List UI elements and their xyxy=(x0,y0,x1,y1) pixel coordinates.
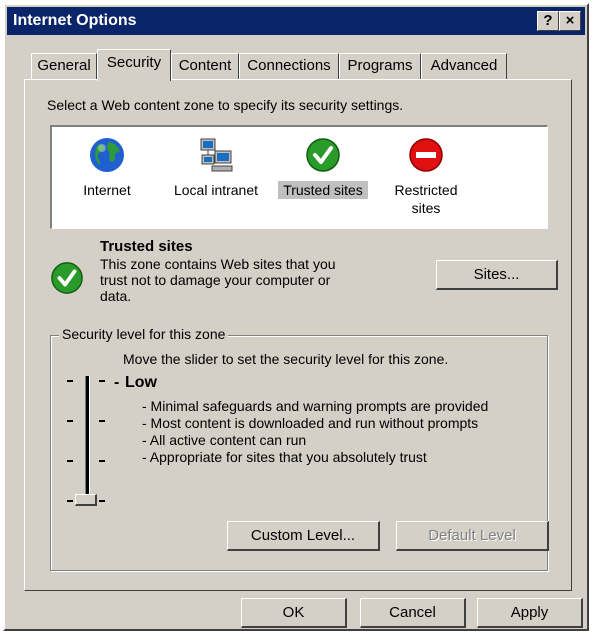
custom-level-button-label: Custom Level... xyxy=(250,527,356,544)
level-detail-item: - Minimal safeguards and warning prompts… xyxy=(142,398,489,414)
default-level-button-label: Default Level xyxy=(428,527,516,544)
zone-restricted-sites-label: Restricted sites xyxy=(394,182,458,216)
zone-list: Internet Local intranet Trusted sites Re… xyxy=(50,125,548,229)
apply-button[interactable]: Apply xyxy=(477,598,583,628)
apply-button-label: Apply xyxy=(510,604,549,621)
sites-button-label: Sites... xyxy=(473,266,520,283)
cancel-button[interactable]: Cancel xyxy=(360,598,466,628)
tab-content[interactable]: Content xyxy=(171,53,239,79)
zone-restricted-sites[interactable]: Restricted sites xyxy=(384,137,468,223)
level-name: Low xyxy=(125,374,157,391)
close-button[interactable]: × xyxy=(559,11,581,31)
zone-trusted-sites-label: Trusted sites xyxy=(278,181,368,199)
default-level-button[interactable]: Default Level xyxy=(396,521,549,551)
level-detail-item: - Appropriate for sites that you absolut… xyxy=(142,449,427,465)
tab-programs[interactable]: Programs xyxy=(339,53,421,79)
internet-options-window: Internet Options ? × General Security Co… xyxy=(3,3,589,631)
zone-info-line: trust not to damage your computer or xyxy=(100,272,331,288)
zone-info-description: This zone contains Web sites that you tr… xyxy=(100,256,336,304)
level-detail-item: - All active content can run xyxy=(142,432,307,448)
zone-local-intranet-label: Local intranet xyxy=(173,182,259,198)
cancel-button-label: Cancel xyxy=(389,604,436,621)
ok-button-label: OK xyxy=(282,604,305,621)
trusted-sites-check-icon xyxy=(51,262,83,294)
security-level-group: Security level for this zone Move the sl… xyxy=(50,326,549,571)
zone-info-title: Trusted sites xyxy=(100,238,193,255)
zone-local-intranet[interactable]: Local intranet xyxy=(160,137,272,217)
security-panel: Select a Web content zone to specify its… xyxy=(24,79,572,591)
zone-info-line: This zone contains Web sites that you xyxy=(100,256,336,272)
globe-icon xyxy=(90,138,124,172)
tab-security[interactable]: Security xyxy=(97,49,171,81)
no-entry-icon xyxy=(409,138,443,172)
tab-connections[interactable]: Connections xyxy=(239,53,339,79)
network-computers-icon xyxy=(200,138,233,172)
slider-thumb[interactable] xyxy=(75,494,97,506)
level-details: - Minimal safeguards and warning prompts… xyxy=(142,398,488,466)
check-icon xyxy=(306,138,340,172)
custom-level-button[interactable]: Custom Level... xyxy=(227,521,380,551)
zone-trusted-sites[interactable]: Trusted sites xyxy=(274,137,372,217)
sites-button[interactable]: Sites... xyxy=(436,260,558,290)
tab-general[interactable]: General xyxy=(31,53,97,79)
security-level-legend: Security level for this zone xyxy=(59,326,229,342)
zone-internet[interactable]: Internet xyxy=(62,137,152,217)
level-detail-item: - Most content is downloaded and run wit… xyxy=(142,415,479,431)
tab-advanced[interactable]: Advanced xyxy=(421,53,507,79)
ok-button[interactable]: OK xyxy=(241,598,347,628)
title-bar[interactable]: Internet Options ? × xyxy=(7,7,585,35)
zone-info-line: data. xyxy=(100,288,132,304)
window-title: Internet Options xyxy=(13,12,137,29)
zone-instruction: Select a Web content zone to specify its… xyxy=(47,97,404,113)
slider-hint: Move the slider to set the security leve… xyxy=(123,351,449,367)
security-level-slider[interactable] xyxy=(67,376,107,516)
zone-internet-label: Internet xyxy=(83,182,131,198)
slider-track xyxy=(85,376,90,506)
level-name-dash: - xyxy=(114,374,120,391)
help-button[interactable]: ? xyxy=(537,11,559,31)
